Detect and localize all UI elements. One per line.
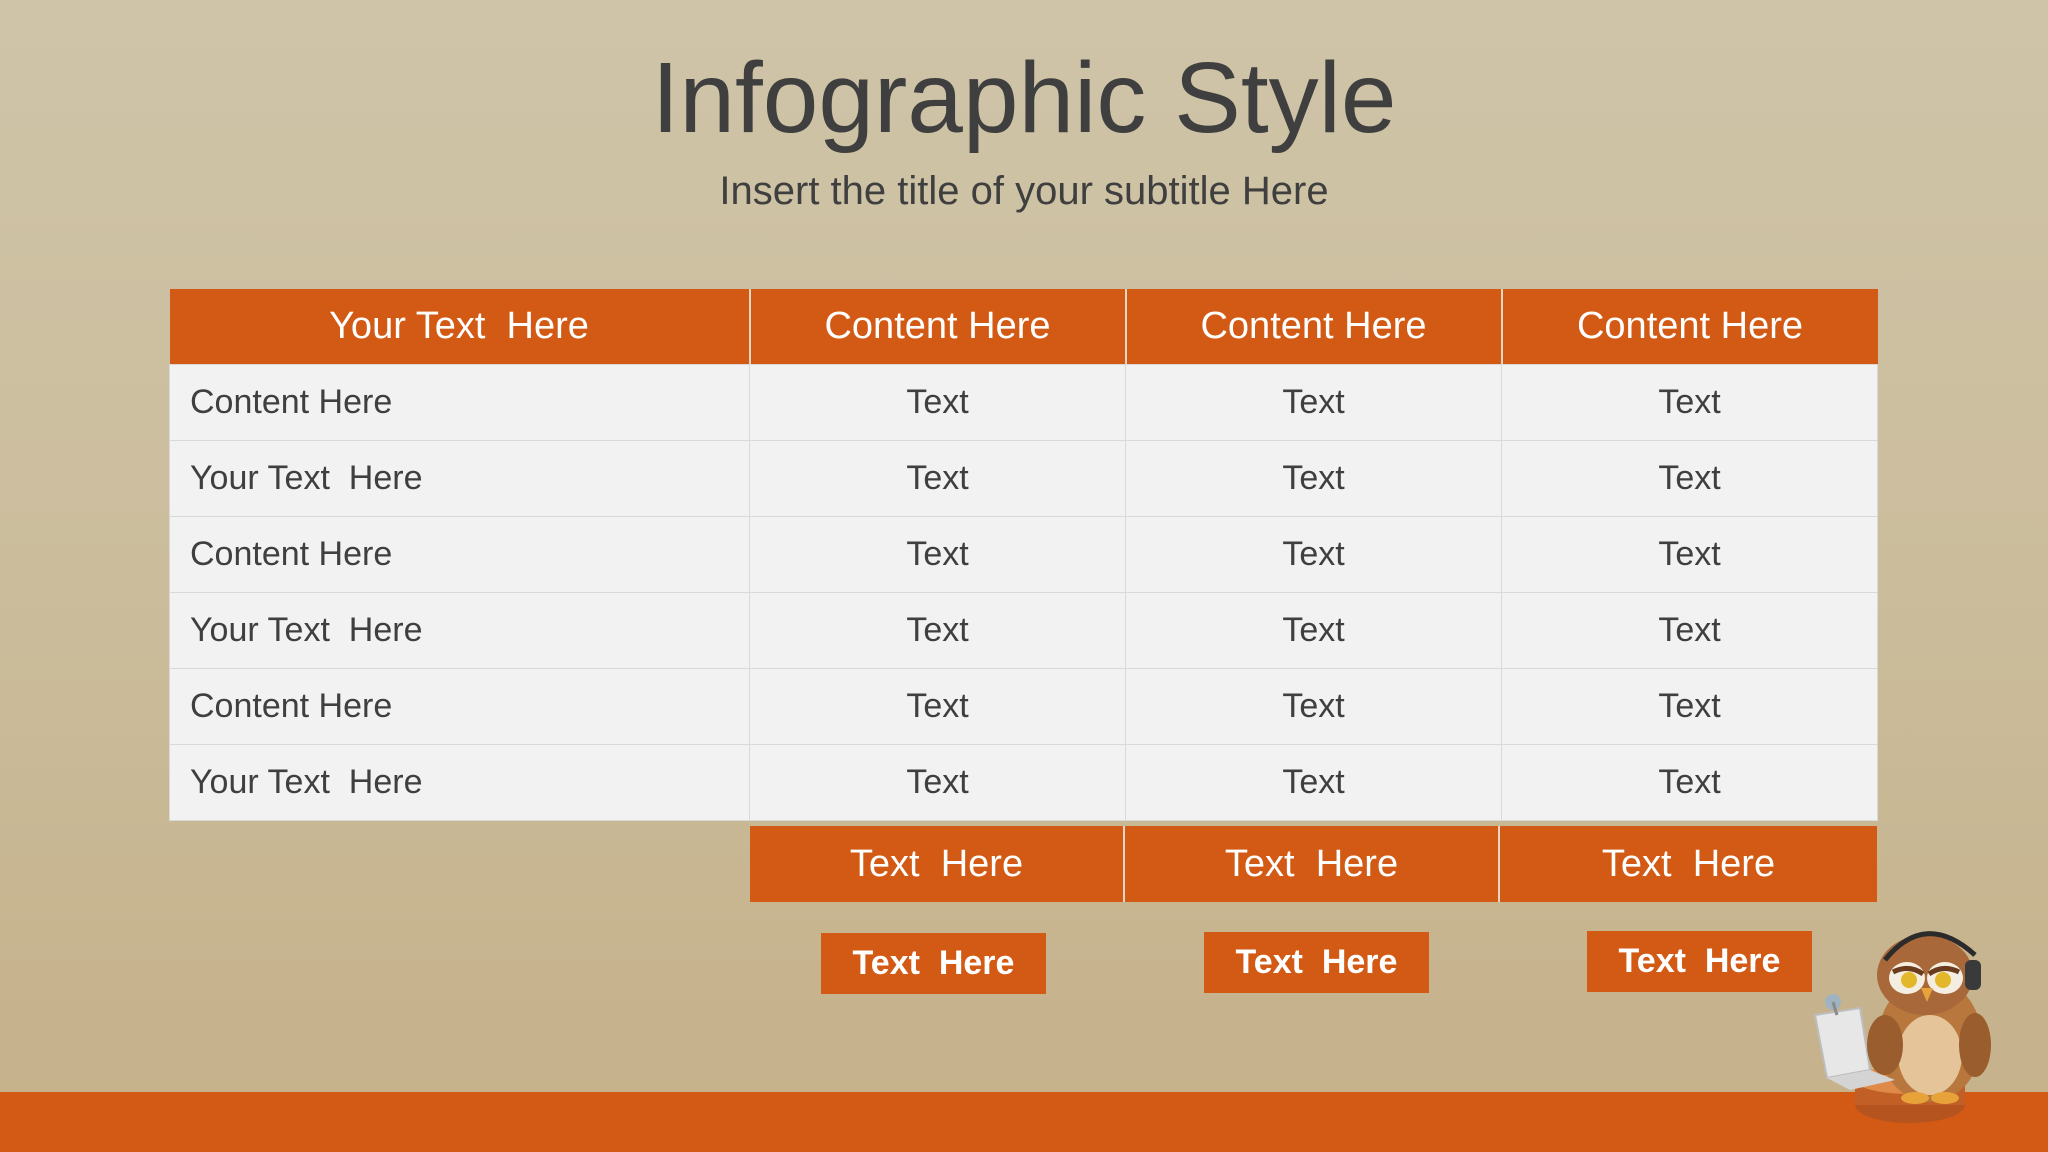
text-here-button-2[interactable]: Text Here <box>1204 932 1429 993</box>
row-label: Content Here <box>169 516 750 593</box>
table-cell: Text <box>1125 364 1502 441</box>
table-cell: Text <box>1125 744 1502 821</box>
text-here-button-1[interactable]: Text Here <box>821 933 1046 994</box>
footer-cell: Text Here <box>1125 826 1500 902</box>
table-cell: Text <box>1501 744 1878 821</box>
header-cell: Content Here <box>1125 289 1503 365</box>
table-row: Content Here Text Text Text <box>169 668 1878 745</box>
owl-with-headphones-and-laptop-icon <box>1813 931 1991 1123</box>
footer-cell: Text Here <box>750 826 1125 902</box>
table-row: Content Here Text Text Text <box>169 364 1878 441</box>
comparison-table: Your Text Here Content Here Content Here… <box>169 289 1878 821</box>
table-row: Your Text Here Text Text Text <box>169 440 1878 517</box>
text-here-button-3[interactable]: Text Here <box>1587 931 1812 992</box>
table-cell: Text <box>1125 440 1502 517</box>
table-cell: Text <box>1501 364 1878 441</box>
table-cell: Text <box>1501 668 1878 745</box>
table-cell: Text <box>1501 592 1878 669</box>
table-cell: Text <box>1501 440 1878 517</box>
table-cell: Text <box>1125 592 1502 669</box>
table-cell: Text <box>749 744 1126 821</box>
table-row: Your Text Here Text Text Text <box>169 744 1878 821</box>
table-header-row: Your Text Here Content Here Content Here… <box>169 289 1878 365</box>
row-label: Your Text Here <box>169 592 750 669</box>
row-label: Content Here <box>169 668 750 745</box>
table-cell: Text <box>749 592 1126 669</box>
slide-subtitle: Insert the title of your subtitle Here <box>719 169 1329 213</box>
row-label: Content Here <box>169 364 750 441</box>
row-label: Your Text Here <box>169 440 750 517</box>
table-cell: Text <box>749 516 1126 593</box>
table-footer-row: Text Here Text Here Text Here <box>750 826 1877 902</box>
table-cell: Text <box>749 440 1126 517</box>
table-row: Content Here Text Text Text <box>169 516 1878 593</box>
comparison-table-container: Your Text Here Content Here Content Here… <box>169 289 1878 821</box>
table-cell: Text <box>749 668 1126 745</box>
table-cell: Text <box>1501 516 1878 593</box>
header-cell: Your Text Here <box>169 289 751 365</box>
table-row: Your Text Here Text Text Text <box>169 592 1878 669</box>
header-cell: Content Here <box>1501 289 1878 365</box>
footer-cell: Text Here <box>1500 826 1877 902</box>
table-cell: Text <box>749 364 1126 441</box>
table-cell: Text <box>1125 668 1502 745</box>
table-cell: Text <box>1125 516 1502 593</box>
row-label: Your Text Here <box>169 744 750 821</box>
bottom-accent-bar <box>0 1092 2048 1152</box>
slide-title: Infographic Style <box>651 42 1397 154</box>
header-cell: Content Here <box>749 289 1127 365</box>
